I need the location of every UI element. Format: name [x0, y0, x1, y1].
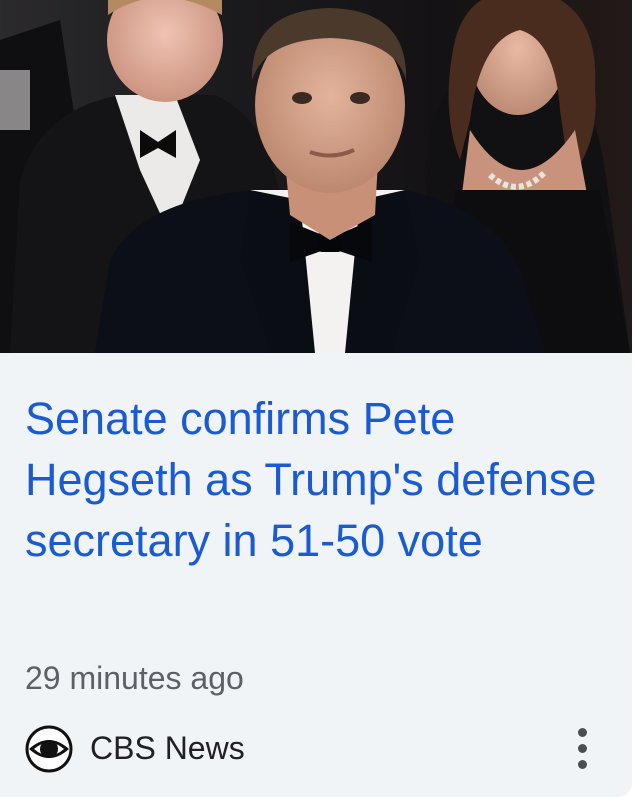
source-name[interactable]: CBS News: [90, 728, 245, 768]
thumbnail-photo: [0, 0, 632, 353]
more-vertical-icon: [578, 728, 587, 737]
more-options-button[interactable]: [557, 722, 609, 774]
news-card[interactable]: Senate confirms Pete Hegseth as Trump's …: [0, 0, 632, 797]
more-vertical-icon: [578, 760, 587, 769]
more-vertical-icon: [578, 744, 587, 753]
article-thumbnail[interactable]: [0, 0, 632, 353]
cbs-eye-icon: [25, 725, 73, 773]
article-timestamp: 29 minutes ago: [25, 660, 244, 696]
source-row: CBS News: [25, 722, 609, 774]
article-headline[interactable]: Senate confirms Pete Hegseth as Trump's …: [25, 388, 605, 571]
